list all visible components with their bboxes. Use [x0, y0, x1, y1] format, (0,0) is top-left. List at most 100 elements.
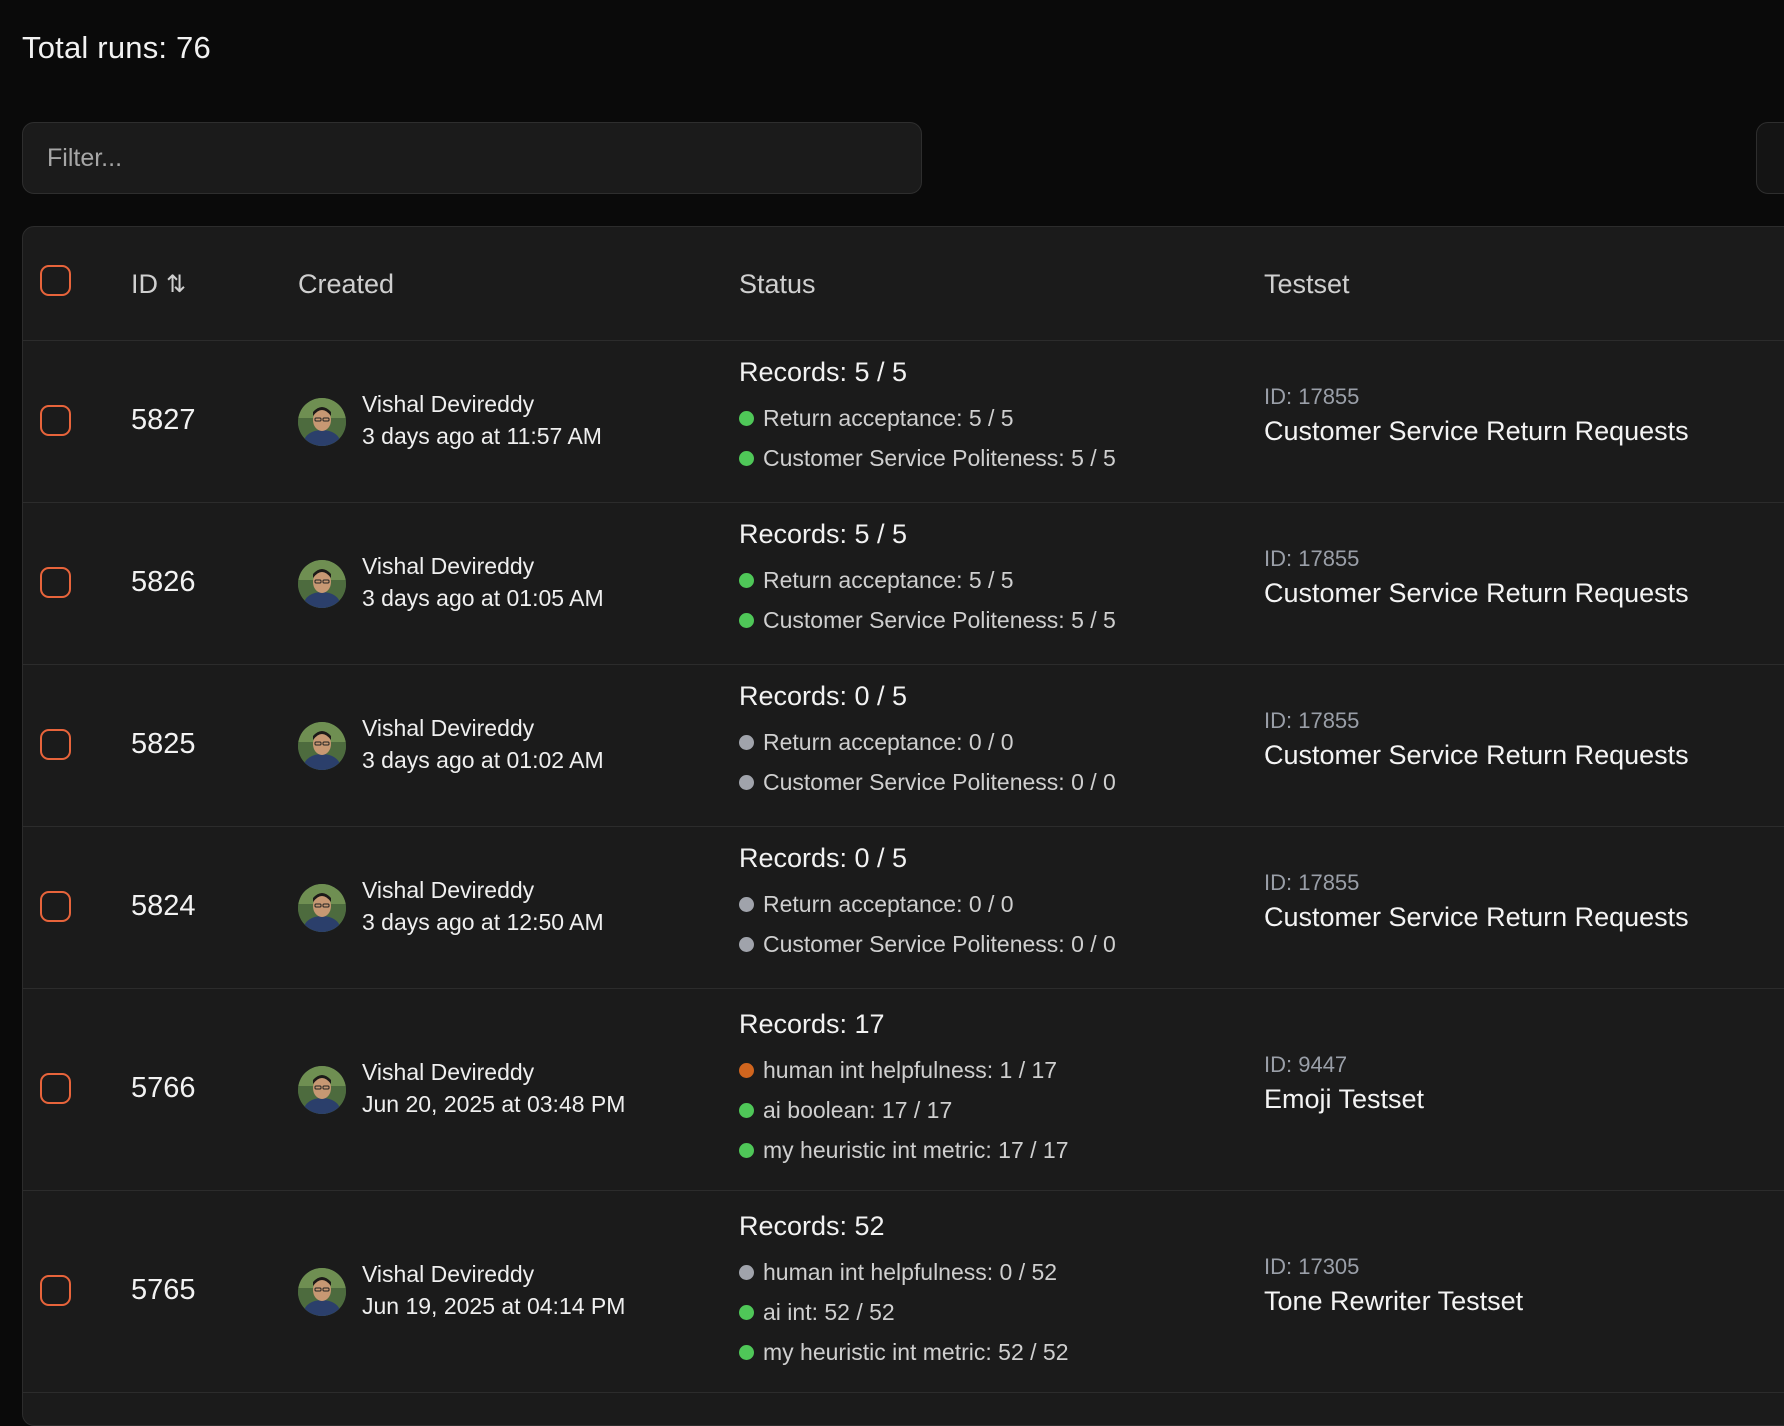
avatar: [298, 1066, 346, 1114]
runs-table: ID ⇅ Created Status Testset 5827 Vishal …: [22, 226, 1784, 1426]
row-checkbox[interactable]: [40, 405, 71, 436]
metric-label: Customer Service Politeness: 5 / 5: [763, 444, 1116, 471]
created-cell: Vishal Devireddy 3 days ago at 12:50 AM: [362, 874, 604, 938]
records-count: Records: 52: [739, 1211, 885, 1241]
row-checkbox[interactable]: [40, 1073, 71, 1104]
metric-label: my heuristic int metric: 52 / 52: [763, 1338, 1069, 1365]
creator-name: Vishal Devireddy: [362, 1261, 535, 1287]
testset-cell[interactable]: ID: 17855 Customer Service Return Reques…: [1264, 708, 1689, 771]
metric-item: Return acceptance: 0 / 0: [739, 884, 1116, 924]
run-id[interactable]: 5824: [131, 890, 196, 923]
run-id[interactable]: 5765: [131, 1274, 196, 1307]
status-cell: Records: 5 / 5 Return acceptance: 5 / 5 …: [739, 519, 1116, 640]
metric-item: Return acceptance: 5 / 5: [739, 560, 1116, 600]
created-cell: Vishal Devireddy 3 days ago at 11:57 AM: [362, 388, 602, 452]
testset-name[interactable]: Customer Service Return Requests: [1264, 740, 1689, 771]
table-row[interactable]: 5765 Vishal Devireddy Jun 19, 2025 at 04…: [23, 1191, 1784, 1393]
created-cell: Vishal Devireddy 3 days ago at 01:05 AM: [362, 550, 604, 614]
metric-label: Customer Service Politeness: 5 / 5: [763, 606, 1116, 633]
created-timestamp: 3 days ago at 11:57 AM: [362, 423, 602, 449]
metric-label: my heuristic int metric: 17 / 17: [763, 1136, 1069, 1163]
status-dot-icon: [739, 936, 754, 952]
records-count: Records: 0 / 5: [739, 681, 908, 711]
column-header-created: Created: [298, 268, 395, 299]
testset-id: ID: 17855: [1264, 384, 1360, 409]
run-id[interactable]: 5826: [131, 566, 196, 599]
metric-label: Customer Service Politeness: 0 / 0: [763, 768, 1116, 795]
avatar: [298, 722, 346, 770]
table-row[interactable]: 5824 Vishal Devireddy 3 days ago at 12:5…: [23, 827, 1784, 989]
column-header-id[interactable]: ID ⇅: [131, 227, 186, 341]
table-row[interactable]: 5825 Vishal Devireddy 3 days ago at 01:0…: [23, 665, 1784, 827]
metric-item: ai int: 52 / 52: [739, 1292, 1069, 1332]
run-id[interactable]: 5825: [131, 728, 196, 761]
testset-id: ID: 17855: [1264, 708, 1360, 733]
testset-cell[interactable]: ID: 9447 Emoji Testset: [1264, 1052, 1424, 1115]
testset-cell[interactable]: ID: 17305 Tone Rewriter Testset: [1264, 1254, 1523, 1317]
metric-item: Customer Service Politeness: 5 / 5: [739, 438, 1116, 478]
created-timestamp: Jun 19, 2025 at 04:14 PM: [362, 1293, 626, 1319]
metric-label: Return acceptance: 5 / 5: [763, 404, 1014, 431]
status-cell: Records: 0 / 5 Return acceptance: 0 / 0 …: [739, 843, 1116, 964]
testset-id: ID: 17305: [1264, 1254, 1360, 1279]
testset-name[interactable]: Customer Service Return Requests: [1264, 902, 1689, 933]
creator-name: Vishal Devireddy: [362, 391, 535, 417]
metric-item: Return acceptance: 5 / 5: [739, 398, 1116, 438]
metric-item: Return acceptance: 0 / 0: [739, 722, 1116, 762]
table-row[interactable]: 5827 Vishal Devireddy 3 days ago at 11:5…: [23, 341, 1784, 503]
filter-input[interactable]: [22, 122, 922, 194]
toolbar-control[interactable]: [1756, 122, 1784, 194]
column-header-testset: Testset: [1264, 268, 1350, 299]
metric-label: human int helpfulness: 1 / 17: [763, 1056, 1058, 1083]
run-id[interactable]: 5827: [131, 404, 196, 437]
metric-item: Customer Service Politeness: 0 / 0: [739, 924, 1116, 964]
metric-label: human int helpfulness: 0 / 52: [763, 1258, 1058, 1285]
created-timestamp: 3 days ago at 12:50 AM: [362, 909, 604, 935]
testset-name[interactable]: Tone Rewriter Testset: [1264, 1286, 1523, 1317]
metric-label: ai int: 52 / 52: [763, 1298, 895, 1325]
metric-label: ai boolean: 17 / 17: [763, 1096, 953, 1123]
testset-cell[interactable]: ID: 17855 Customer Service Return Reques…: [1264, 384, 1689, 447]
created-timestamp: 3 days ago at 01:05 AM: [362, 585, 604, 611]
records-count: Records: 0 / 5: [739, 843, 908, 873]
status-cell: Records: 0 / 5 Return acceptance: 0 / 0 …: [739, 681, 1116, 802]
created-timestamp: Jun 20, 2025 at 03:48 PM: [362, 1091, 626, 1117]
testset-name[interactable]: Customer Service Return Requests: [1264, 578, 1689, 609]
created-cell: Vishal Devireddy 3 days ago at 01:02 AM: [362, 712, 604, 776]
row-checkbox[interactable]: [40, 1275, 71, 1306]
status-dot-icon: [739, 896, 754, 912]
testset-id: ID: 17855: [1264, 870, 1360, 895]
table-header: ID ⇅ Created Status Testset: [23, 227, 1784, 341]
row-checkbox[interactable]: [40, 729, 71, 760]
metric-label: Return acceptance: 0 / 0: [763, 890, 1014, 917]
row-checkbox[interactable]: [40, 567, 71, 598]
status-dot-icon: [739, 1344, 754, 1360]
testset-cell[interactable]: ID: 17855 Customer Service Return Reques…: [1264, 546, 1689, 609]
sort-icon[interactable]: ⇅: [166, 270, 186, 299]
table-row[interactable]: 5826 Vishal Devireddy 3 days ago at 01:0…: [23, 503, 1784, 665]
metric-label: Return acceptance: 0 / 0: [763, 728, 1014, 755]
status-dot-icon: [739, 774, 754, 790]
status-dot-icon: [739, 410, 754, 426]
status-dot-icon: [739, 1142, 754, 1158]
avatar: [298, 560, 346, 608]
table-row[interactable]: 5766 Vishal Devireddy Jun 20, 2025 at 03…: [23, 989, 1784, 1191]
testset-id: ID: 9447: [1264, 1052, 1348, 1077]
testset-name[interactable]: Emoji Testset: [1264, 1084, 1424, 1115]
created-cell: Vishal Devireddy Jun 19, 2025 at 04:14 P…: [362, 1258, 625, 1322]
creator-name: Vishal Devireddy: [362, 715, 535, 741]
select-all-checkbox[interactable]: [40, 265, 71, 296]
testset-name[interactable]: Customer Service Return Requests: [1264, 416, 1689, 447]
metric-item: my heuristic int metric: 52 / 52: [739, 1332, 1069, 1372]
run-id[interactable]: 5766: [131, 1072, 196, 1105]
table-body: 5827 Vishal Devireddy 3 days ago at 11:5…: [23, 341, 1784, 1393]
records-count: Records: 5 / 5: [739, 357, 908, 387]
testset-cell[interactable]: ID: 17855 Customer Service Return Reques…: [1264, 870, 1689, 933]
creator-name: Vishal Devireddy: [362, 877, 535, 903]
avatar: [298, 398, 346, 446]
status-dot-icon: [739, 1264, 754, 1280]
status-dot-icon: [739, 734, 754, 750]
row-checkbox[interactable]: [40, 891, 71, 922]
avatar: [298, 1268, 346, 1316]
status-cell: Records: 52 human int helpfulness: 0 / 5…: [739, 1211, 1069, 1372]
